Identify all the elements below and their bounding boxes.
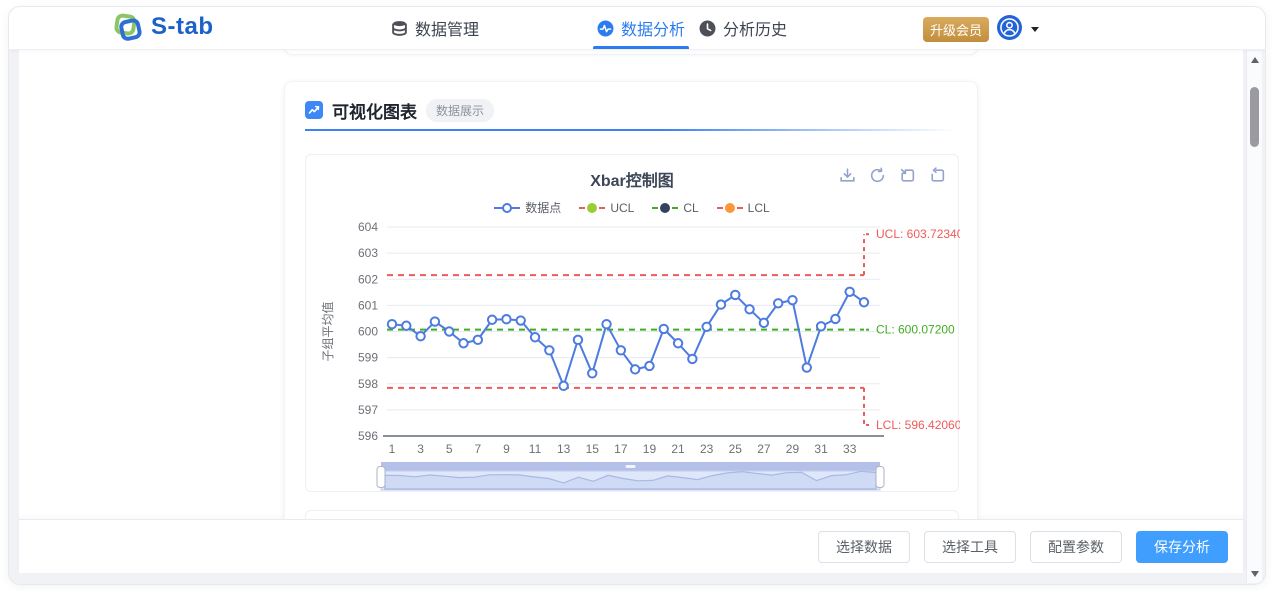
logo-text: S-tab [151, 13, 214, 41]
svg-text:子组平均值: 子组平均值 [320, 301, 335, 361]
nav-label: 分析历史 [723, 16, 787, 40]
nav-item-data-analysis[interactable]: 数据分析 [597, 7, 685, 49]
svg-text:25: 25 [729, 442, 743, 456]
svg-text:LCL: 596.42060: LCL: 596.42060 [876, 418, 960, 432]
svg-text:17: 17 [614, 442, 628, 456]
main-panel: 可视化图表 数据展示 Xbar控制图 [19, 50, 1243, 573]
svg-text:9: 9 [503, 442, 510, 456]
nav-label: 数据分析 [621, 16, 685, 40]
xbar-control-chart[interactable]: 596597598599600601602603604子组平均值13579111… [306, 155, 960, 493]
svg-text:7: 7 [474, 442, 481, 456]
select-tool-button[interactable]: 选择工具 [924, 531, 1016, 563]
svg-text:21: 21 [671, 442, 685, 456]
select-data-button[interactable]: 选择数据 [818, 531, 910, 563]
svg-text:597: 597 [358, 403, 378, 417]
svg-text:CL: 600.07200: CL: 600.07200 [876, 323, 955, 337]
svg-text:596: 596 [358, 429, 378, 443]
nav-label: 数据管理 [415, 16, 479, 40]
section-divider [305, 129, 957, 131]
nav-item-analysis-history[interactable]: 分析历史 [699, 7, 787, 49]
history-clock-icon [699, 20, 716, 37]
scroll-up-icon[interactable] [1251, 57, 1259, 63]
logo-icon [113, 12, 143, 42]
svg-text:UCL: 603.72340: UCL: 603.72340 [876, 227, 960, 241]
page-body: 可视化图表 数据展示 Xbar控制图 [9, 50, 1265, 584]
svg-text:11: 11 [529, 442, 542, 456]
save-analysis-button[interactable]: 保存分析 [1136, 531, 1228, 563]
svg-text:19: 19 [643, 442, 657, 456]
svg-text:601: 601 [358, 298, 378, 312]
svg-text:13: 13 [557, 442, 571, 456]
avatar[interactable] [997, 15, 1022, 40]
svg-text:598: 598 [358, 377, 378, 391]
previous-card-edge [284, 50, 978, 55]
scrollbar-thumb[interactable] [1250, 87, 1259, 147]
svg-text:602: 602 [358, 272, 378, 286]
section-title: 可视化图表 [332, 98, 417, 123]
visualization-card: 可视化图表 数据展示 Xbar控制图 [284, 81, 978, 519]
database-icon [391, 20, 408, 37]
svg-text:603: 603 [358, 246, 378, 260]
svg-text:5: 5 [446, 442, 453, 456]
svg-text:1: 1 [389, 442, 396, 456]
svg-text:33: 33 [843, 442, 857, 456]
svg-text:600: 600 [358, 325, 378, 339]
svg-text:15: 15 [586, 442, 600, 456]
trend-chart-icon [305, 101, 323, 119]
action-footer: 选择数据 选择工具 配置参数 保存分析 [19, 519, 1243, 573]
next-panel-edge [305, 510, 959, 519]
svg-text:31: 31 [814, 442, 828, 456]
app-window: S-tab 数据管理 数据分析 分析历史 升级会员 [8, 6, 1266, 585]
svg-text:3: 3 [417, 442, 424, 456]
svg-text:604: 604 [358, 220, 378, 234]
scrollbar[interactable] [1246, 51, 1262, 583]
logo[interactable]: S-tab [113, 12, 214, 42]
app-header: S-tab 数据管理 数据分析 分析历史 升级会员 [9, 7, 1265, 50]
analysis-icon [597, 20, 614, 37]
svg-text:27: 27 [757, 442, 771, 456]
section-tag: 数据展示 [426, 99, 494, 122]
scroll-area: 可视化图表 数据展示 Xbar控制图 [19, 50, 1243, 519]
scroll-down-icon[interactable] [1251, 571, 1259, 577]
configure-params-button[interactable]: 配置参数 [1030, 531, 1122, 563]
caret-down-icon[interactable] [1031, 27, 1039, 32]
card-header: 可视化图表 数据展示 [305, 98, 957, 122]
svg-text:23: 23 [700, 442, 714, 456]
active-tab-underline [593, 46, 689, 49]
nav-item-data-management[interactable]: 数据管理 [391, 7, 479, 49]
svg-text:599: 599 [358, 351, 378, 365]
user-icon [1000, 18, 1019, 37]
upgrade-member-button[interactable]: 升级会员 [923, 17, 989, 42]
chart-panel: Xbar控制图 [305, 154, 959, 492]
svg-text:29: 29 [786, 442, 800, 456]
